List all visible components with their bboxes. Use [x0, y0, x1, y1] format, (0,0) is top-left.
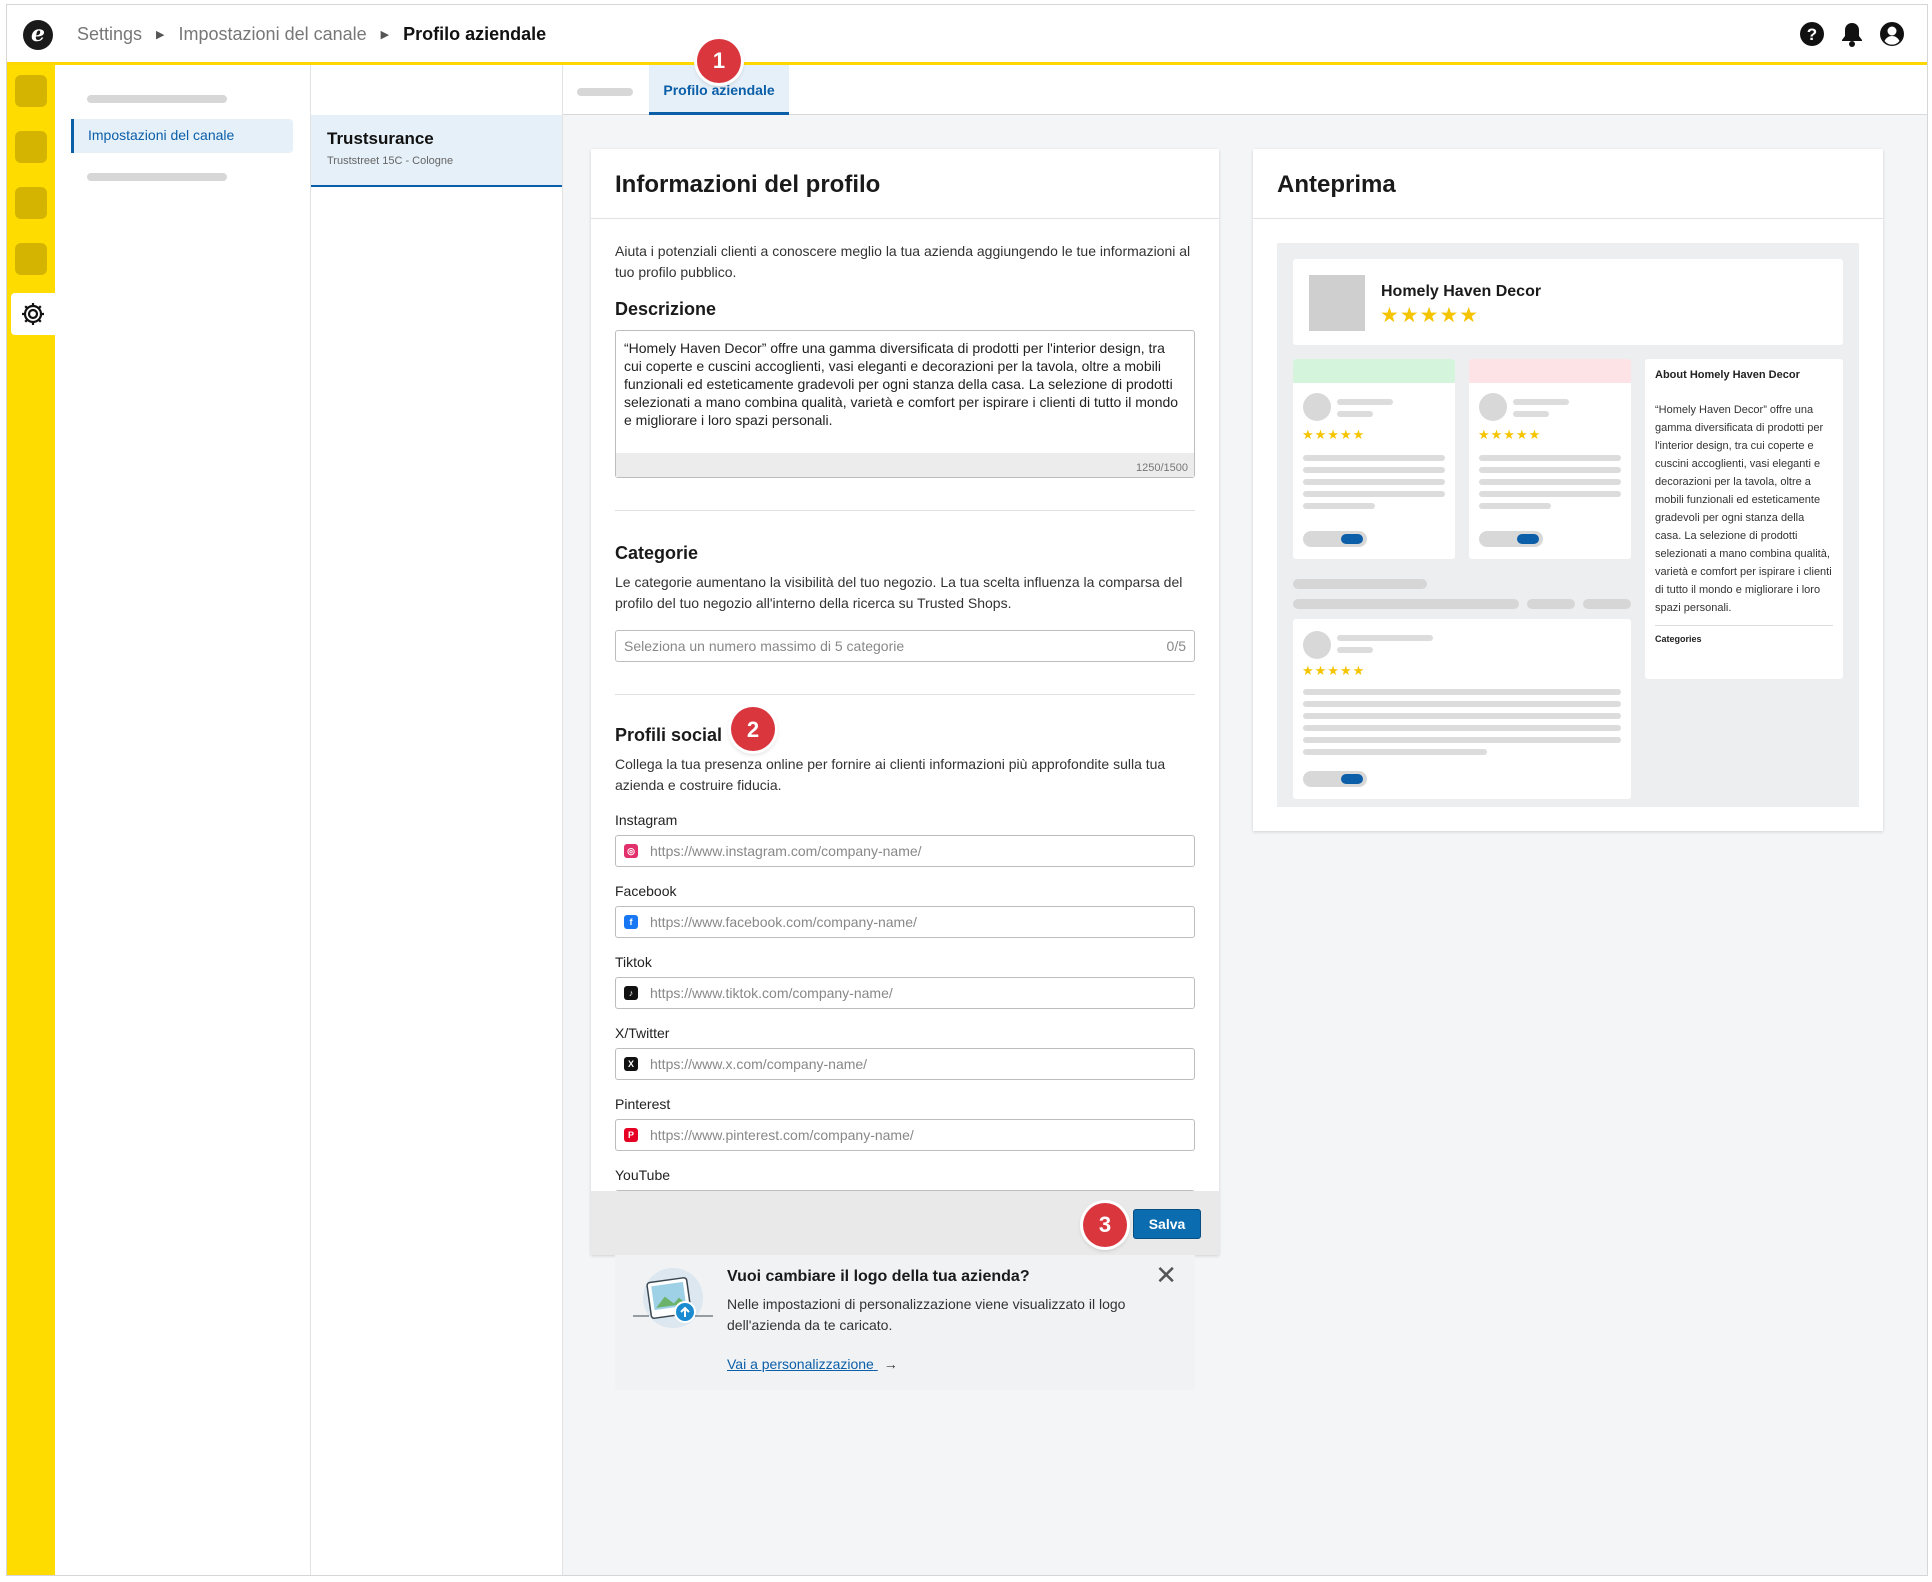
description-textarea[interactable]: “Homely Haven Decor” offre una gamma div… [615, 330, 1195, 478]
tiktok-icon: ♪ [624, 986, 638, 1000]
breadcrumb-channel-settings[interactable]: Impostazioni del canale [179, 24, 367, 45]
preview-about-title: About Homely Haven Decor [1655, 369, 1800, 381]
instagram-placeholder: https://www.instagram.com/company-name/ [650, 842, 922, 859]
social-title: Profili social [615, 725, 723, 745]
close-icon[interactable]: ✕ [1155, 1262, 1177, 1288]
xtwitter-icon: X [624, 1057, 638, 1071]
gear-icon[interactable] [11, 293, 55, 335]
preview-card: Anteprima Homely Haven Decor ★★★★★ ★★★★★ [1253, 149, 1883, 831]
help-icon[interactable]: ? [1799, 21, 1825, 47]
description-text: “Homely Haven Decor” offre una gamma div… [624, 340, 1179, 428]
facebook-url-input[interactable]: f https://www.facebook.com/company-name/ [615, 906, 1195, 938]
rail-item-4[interactable] [15, 243, 47, 275]
app-window: e Settings ▶ Impostazioni del canale ▶ P… [6, 4, 1928, 1576]
pinterest-label: Pinterest [615, 1096, 671, 1112]
personalization-link-label: Vai a personalizzazione [727, 1356, 874, 1372]
profile-card-title: Informazioni del profilo [591, 149, 1219, 219]
breadcrumb-current: Profilo aziendale [403, 24, 547, 44]
arrow-right-icon: → [883, 1356, 898, 1372]
categories-select[interactable]: Seleziona un numero massimo di 5 categor… [615, 630, 1195, 662]
preview-logo-placeholder [1309, 275, 1365, 331]
image-upload-icon [631, 1266, 715, 1336]
preview-review-stars: ★★★★★ [1478, 427, 1542, 442]
top-bar: e Settings ▶ Impostazioni del canale ▶ P… [7, 5, 1927, 65]
preview-review-stars: ★★★★★ [1302, 663, 1366, 678]
preview-about-text: “Homely Haven Decor” offre una gamma div… [1655, 404, 1832, 614]
instagram-url-input[interactable]: ◎ https://www.instagram.com/company-name/ [615, 835, 1195, 867]
categories-text: Le categorie aumentano la visibilità del… [615, 574, 1183, 611]
app-rail [7, 65, 55, 1575]
preview-canvas: Homely Haven Decor ★★★★★ ★★★★★ ★★★★★ ★★★… [1277, 243, 1859, 807]
tiktok-placeholder: https://www.tiktok.com/company-name/ [650, 984, 893, 1001]
bell-icon[interactable] [1839, 21, 1865, 47]
sidenav-placeholder [87, 173, 227, 181]
preview-rating-stars: ★★★★★ [1380, 304, 1480, 327]
tiktok-label: Tiktok [615, 954, 652, 970]
step-badge-3: 3 [1083, 1203, 1127, 1247]
rail-item-1[interactable] [15, 75, 47, 107]
step-badge-2: 2 [731, 707, 775, 751]
profile-intro: Aiuta i potenziali clienti a conoscere m… [615, 243, 1191, 280]
categories-placeholder: Seleziona un numero massimo di 5 categor… [624, 637, 905, 654]
card-footer: Salva 3 [591, 1191, 1219, 1255]
instagram-icon: ◎ [624, 844, 638, 858]
divider [615, 510, 1195, 511]
personalization-link[interactable]: Vai a personalizzazione → [727, 1354, 898, 1375]
svg-text:?: ? [1807, 25, 1817, 44]
profile-info-card: Informazioni del profilo Aiuta i potenzi… [591, 149, 1219, 1390]
logo-box-text: Nelle impostazioni di personalizzazione … [727, 1296, 1126, 1333]
tiktok-url-input[interactable]: ♪ https://www.tiktok.com/company-name/ [615, 977, 1195, 1009]
preview-categories-label: Categories [1655, 625, 1833, 644]
preview-review-stars: ★★★★★ [1302, 427, 1366, 442]
breadcrumb-settings[interactable]: Settings [77, 24, 142, 45]
youtube-label: YouTube [615, 1167, 671, 1183]
channel-item-selected[interactable]: Trustsurance Truststreet 15C - Cologne [311, 115, 562, 187]
pinterest-placeholder: https://www.pinterest.com/company-name/ [650, 1126, 914, 1143]
chevron-right-icon: ▶ [156, 29, 165, 41]
preview-title: Anteprima [1253, 149, 1883, 219]
facebook-label: Facebook [615, 883, 677, 899]
preview-review-card: ★★★★★ [1293, 619, 1631, 799]
xtwitter-label: X/Twitter [615, 1025, 670, 1041]
preview-about-card: About Homely Haven Decor “Homely Haven D… [1645, 359, 1843, 679]
step-badge-1: 1 [697, 39, 741, 83]
logo-box-title: Vuoi cambiare il logo della tua azienda? [727, 1268, 1030, 1285]
rail-item-2[interactable] [15, 131, 47, 163]
pinterest-icon: P [624, 1128, 638, 1142]
tab-bar: Profilo aziendale [563, 65, 1927, 115]
categories-title: Categorie [615, 543, 699, 563]
preview-review-card: ★★★★★ [1469, 359, 1631, 559]
description-counter: 1250/1500 [616, 453, 1194, 477]
channel-name: Trustsurance [327, 129, 434, 148]
preview-header-card: Homely Haven Decor ★★★★★ [1293, 259, 1843, 345]
facebook-icon: f [624, 915, 638, 929]
divider [615, 694, 1195, 695]
chevron-right-icon: ▶ [380, 29, 390, 41]
description-title: Descrizione [615, 299, 717, 319]
preview-company-name: Homely Haven Decor [1381, 283, 1542, 300]
preview-review-card: ★★★★★ [1293, 359, 1455, 559]
save-button[interactable]: Salva [1133, 1209, 1201, 1239]
channel-list: Trustsurance Truststreet 15C - Cologne [311, 65, 563, 1575]
social-text: Collega la tua presenza online per forni… [615, 756, 1166, 793]
sidenav-placeholder [87, 95, 227, 103]
social-list: Instagram ◎ https://www.instagram.com/comp… [615, 810, 1195, 1222]
rail-item-3[interactable] [15, 187, 47, 219]
app-logo[interactable]: e [23, 20, 53, 50]
main-content: Profilo aziendale 1 Informazioni del pro… [563, 39, 1927, 1575]
sidenav-item-channel-settings[interactable]: Impostazioni del canale [71, 119, 293, 153]
facebook-placeholder: https://www.facebook.com/company-name/ [650, 913, 917, 930]
settings-sidenav: Impostazioni del canale [55, 65, 311, 1575]
header-actions: ? [1799, 21, 1905, 47]
breadcrumb: Settings ▶ Impostazioni del canale ▶ Pro… [77, 24, 546, 45]
tab-placeholder[interactable] [577, 88, 633, 96]
channel-address: Truststreet 15C - Cologne [327, 155, 454, 167]
account-icon[interactable] [1879, 21, 1905, 47]
instagram-label: Instagram [615, 812, 678, 828]
categories-counter: 0/5 [1166, 637, 1186, 654]
pinterest-url-input[interactable]: Phttps://www.pinterest.com/company-name/ [615, 1119, 1195, 1151]
xtwitter-placeholder: https://www.x.com/company-name/ [650, 1055, 868, 1072]
logo-info-box: Vuoi cambiare il logo della tua azienda?… [615, 1248, 1195, 1390]
xtwitter-url-input[interactable]: Xhttps://www.x.com/company-name/ [615, 1048, 1195, 1080]
